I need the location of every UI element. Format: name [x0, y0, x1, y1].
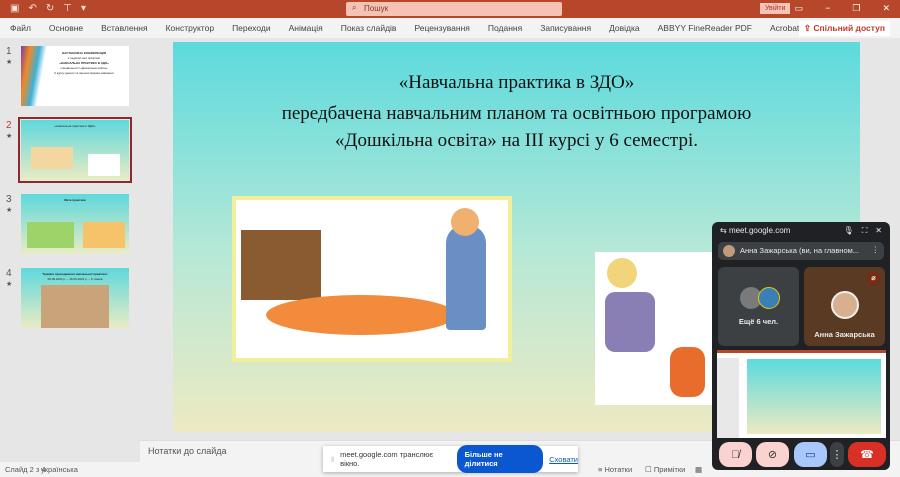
- notes-toggle[interactable]: ≡ Нотатки: [598, 465, 632, 474]
- meet-pip-window[interactable]: ⇆ meet.google.com 🎙 ⛶ ✕ Анна Зажарська (ви…: [712, 222, 890, 470]
- tab-record[interactable]: Записування: [540, 23, 591, 33]
- avatar: [831, 291, 859, 319]
- ribbon-tabs: Файл Основне Вставлення Конструктор Пере…: [0, 18, 900, 38]
- notes-label: Нотатки: [604, 465, 633, 474]
- classroom-illustration[interactable]: [232, 196, 512, 362]
- tab-slideshow[interactable]: Показ слайдів: [341, 23, 397, 33]
- search-placeholder: Пошук: [364, 4, 389, 13]
- share-icon: ⇪: [803, 23, 814, 33]
- teacher-illustration[interactable]: [595, 252, 712, 405]
- search-icon: ⌕: [352, 3, 357, 12]
- slide-number: 1: [6, 46, 12, 57]
- tab-acrobat[interactable]: Acrobat: [770, 23, 799, 33]
- meet-url: meet.google.com: [728, 226, 791, 235]
- thumb-text: Мета практики: [64, 198, 86, 202]
- expand-icon[interactable]: ⛶: [862, 226, 868, 236]
- tab-home[interactable]: Основне: [49, 23, 83, 33]
- more-options-button[interactable]: ⋮: [830, 442, 844, 467]
- tab-insert[interactable]: Вставлення: [101, 23, 147, 33]
- leave-call-button[interactable]: ☎: [848, 442, 886, 467]
- minimize-icon[interactable]: −: [825, 3, 830, 14]
- drag-handle-icon[interactable]: ‖: [331, 455, 334, 464]
- slide-number: 3: [6, 194, 12, 205]
- signin-button[interactable]: Увійти: [760, 3, 791, 14]
- comments-toggle[interactable]: ☐ Примітки: [645, 465, 685, 474]
- mic-icon[interactable]: 🎙: [844, 226, 854, 236]
- slide-title: «Навчальна практика в ЗДО»: [398, 72, 635, 93]
- tab-help[interactable]: Довідка: [609, 23, 640, 33]
- transition-star-icon: ★: [6, 133, 13, 140]
- ribbon-display-icon[interactable]: ▭: [795, 3, 804, 14]
- thumb-text: 06.09.2024 р. – 16.09.2024 р. – 6 тижнів: [47, 277, 103, 281]
- tab-design[interactable]: Конструктор: [166, 23, 214, 33]
- share-label: Спільний доступ: [813, 23, 885, 33]
- tab-abbyy[interactable]: ABBYY FineReader PDF: [658, 23, 752, 33]
- tab-file[interactable]: Файл: [10, 23, 31, 33]
- search-input[interactable]: ⌕ Пошук: [346, 2, 562, 16]
- avatar: [723, 245, 735, 257]
- transition-star-icon: ★: [6, 59, 13, 66]
- maximize-icon[interactable]: ❐: [852, 3, 860, 14]
- tab-view[interactable]: Подання: [488, 23, 522, 33]
- avatar: [758, 287, 780, 309]
- mic-off-button[interactable]: 🎙̸: [719, 442, 752, 467]
- presenter-pill[interactable]: Анна Зажарська (ви, на главном... ⋮: [718, 242, 884, 260]
- share-button[interactable]: ⇪ Спільний доступ: [798, 21, 890, 36]
- thumb-text: «Навчальна практика в ЗДО»: [54, 124, 96, 128]
- slide-thumbnails-panel[interactable]: 1 ★ НАСТАНОВЧА КОНФЕРЕНЦІЯ з педагогічної…: [0, 40, 140, 462]
- slide-thumb: НАСТАНОВЧА КОНФЕРЕНЦІЯ з педагогічної пр…: [21, 46, 129, 106]
- participants-tile[interactable]: Ещё 6 чел.: [718, 267, 799, 346]
- slide-thumb: «Навчальна практика в ЗДО»: [18, 117, 132, 183]
- participant-name: Анна Зажарська: [814, 330, 875, 339]
- tab-transitions[interactable]: Переходи: [232, 23, 271, 33]
- share-banner-text: meet.google.com транслює вікно.: [340, 450, 434, 468]
- tab-review[interactable]: Рецензування: [414, 23, 469, 33]
- transition-star-icon: ★: [6, 207, 13, 214]
- slide-thumb: Терміни проходження навчальної практики:…: [21, 268, 129, 328]
- slide-counter: Слайд 2 з 4: [5, 465, 46, 474]
- more-people-label: Ещё 6 чел.: [738, 317, 779, 326]
- slide-text-line: передбачена навчальним планом та освітнь…: [281, 103, 752, 124]
- present-screen-button[interactable]: ▭: [794, 442, 827, 467]
- title-bar: ▣↶↻⊤▾ ДО практика 3 курс - PowerPoint ⌕П…: [0, 0, 900, 18]
- participant-tile[interactable]: ⌀ Анна Зажарська: [804, 267, 885, 346]
- hide-banner-link[interactable]: Сховати: [549, 455, 578, 464]
- close-icon[interactable]: ✕: [882, 3, 890, 14]
- normal-view-icon[interactable]: ▦: [695, 465, 702, 474]
- comments-label: Примітки: [653, 465, 686, 474]
- screen-share-banner: ‖ meet.google.com транслює вікно. Більше…: [323, 445, 578, 473]
- slide-number: 4: [6, 268, 12, 279]
- transition-star-icon: ★: [6, 281, 13, 288]
- muted-mic-icon: ⌀: [867, 272, 880, 285]
- close-icon[interactable]: ✕: [875, 226, 882, 236]
- presenter-name: Анна Зажарська (ви, на главном...: [740, 246, 860, 255]
- thumb-text: ІІ курсу денної та заочної форми навчанн…: [54, 71, 114, 75]
- slide-number: 2: [6, 120, 12, 131]
- language-indicator[interactable]: українська: [41, 465, 78, 474]
- more-options-icon[interactable]: ⋮: [872, 245, 880, 254]
- notes-placeholder: Нотатки до слайда: [148, 446, 227, 456]
- shared-screen-preview: [717, 350, 886, 438]
- tab-animations[interactable]: Анімація: [289, 23, 323, 33]
- meet-header: ⇆ meet.google.com: [720, 226, 790, 235]
- camera-off-button[interactable]: ⊘: [756, 442, 789, 467]
- settings-sliders-icon[interactable]: ⇆: [720, 226, 729, 235]
- slide-thumb: Мета практики: [21, 194, 129, 254]
- stop-sharing-button[interactable]: Більше не ділитися: [456, 445, 544, 473]
- slide-text-line: «Дошкільна освіта» на ІІІ курсі у 6 семе…: [334, 130, 698, 151]
